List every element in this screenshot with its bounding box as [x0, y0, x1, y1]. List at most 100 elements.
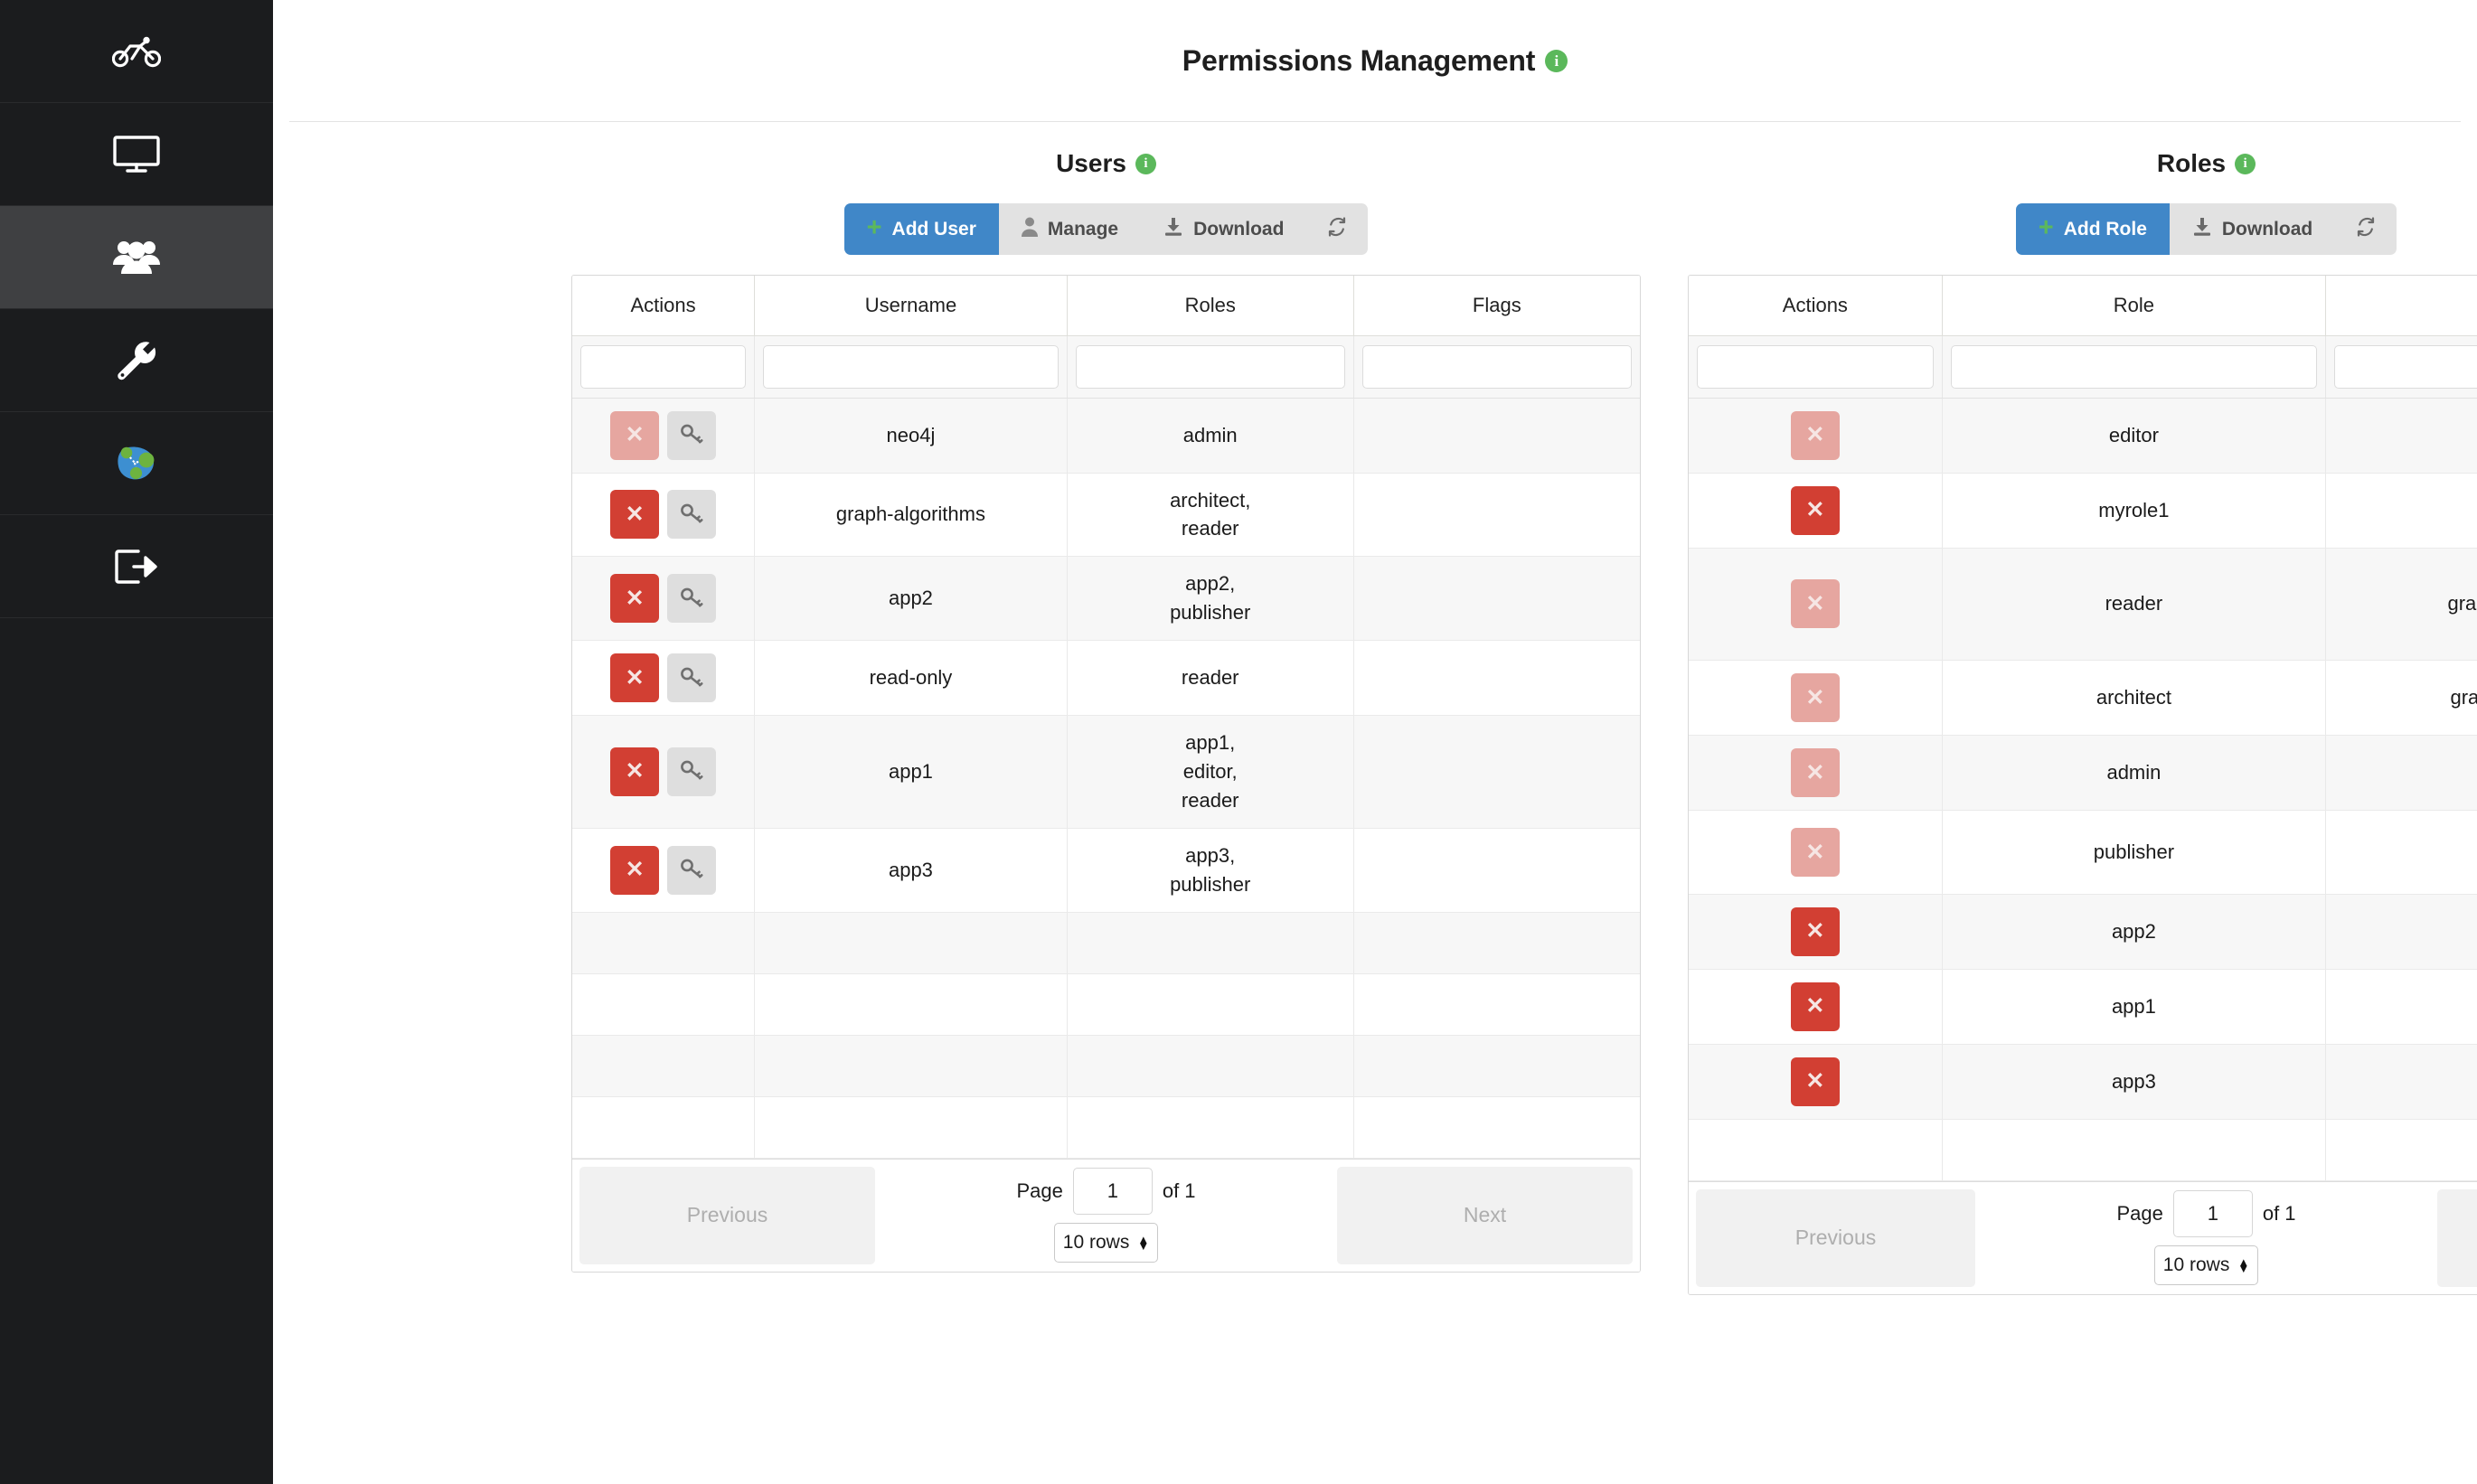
add-user-button[interactable]: + Add User [844, 203, 999, 255]
empty-cell [572, 1035, 755, 1096]
users-previous-button[interactable]: Previous [579, 1167, 875, 1264]
users-filter-flags[interactable] [1362, 345, 1632, 389]
users-cell-roles: admin [1067, 398, 1353, 473]
table-row[interactable]: ✕app3app3 [1689, 1044, 2477, 1119]
table-row[interactable]: ✕adminneo4j [1689, 736, 2477, 811]
roles-cell-actions: ✕ [1689, 398, 1942, 473]
credentials-button[interactable] [667, 490, 716, 539]
sidebar-item-logout[interactable] [0, 515, 273, 618]
roles-filter-actions[interactable] [1697, 345, 1934, 389]
roles-table-header-row: Actions Role Users [1689, 276, 2477, 335]
empty-cell [1067, 912, 1353, 973]
delete-row-button[interactable]: ✕ [610, 574, 659, 623]
credentials-button[interactable] [667, 747, 716, 796]
delete-row-button[interactable]: ✕ [610, 411, 659, 460]
delete-row-button[interactable]: ✕ [1791, 579, 1840, 628]
row-action-group: ✕ [579, 846, 747, 895]
roles-cell-role: architect [1942, 661, 2325, 736]
roles-page-input[interactable] [2173, 1190, 2253, 1237]
delete-row-button[interactable]: ✕ [1791, 907, 1840, 956]
roles-next-button[interactable]: Next [2437, 1189, 2477, 1287]
manage-users-button[interactable]: Manage [999, 203, 1141, 255]
add-role-button[interactable]: + Add Role [2016, 203, 2170, 255]
users-filter-actions[interactable] [580, 345, 746, 389]
refresh-users-button[interactable] [1306, 203, 1368, 255]
sidebar-item-users[interactable] [0, 206, 273, 309]
add-role-label: Add Role [2064, 219, 2147, 240]
person-icon [1022, 217, 1038, 242]
table-row[interactable]: ✕app1app1,editor,reader [572, 716, 1640, 829]
delete-row-button[interactable]: ✕ [1791, 982, 1840, 1031]
table-row[interactable]: ✕read-onlyreader [572, 641, 1640, 716]
users-rows-select[interactable]: 10 rows ▲▼ [1054, 1223, 1158, 1263]
delete-row-button[interactable]: ✕ [610, 846, 659, 895]
delete-row-button[interactable]: ✕ [1791, 748, 1840, 797]
roles-filter-role[interactable] [1951, 345, 2317, 389]
table-row[interactable]: ✕editorapp1 [1689, 398, 2477, 473]
credentials-button[interactable] [667, 653, 716, 702]
roles-page-line: Page of 1 [2116, 1190, 2295, 1237]
close-icon: ✕ [1805, 424, 1824, 446]
sidebar-item-monitor[interactable] [0, 103, 273, 206]
close-icon: ✕ [1805, 687, 1824, 709]
table-row[interactable]: ✕myrole1 [1689, 473, 2477, 548]
table-row[interactable]: ✕neo4jadmin [572, 398, 1640, 473]
delete-row-button[interactable]: ✕ [1791, 411, 1840, 460]
page-info-icon[interactable]: i [1545, 50, 1568, 72]
roles-filter-users[interactable] [2334, 345, 2477, 389]
users-filter-roles[interactable] [1076, 345, 1345, 389]
users-cell-flags [1353, 828, 1640, 912]
users-page-input[interactable] [1073, 1168, 1153, 1215]
roles-cell-actions: ✕ [1689, 1044, 1942, 1119]
roles-cell-actions: ✕ [1689, 548, 1942, 661]
users-panel-header: Users i [571, 136, 1641, 192]
download-roles-button[interactable]: Download [2170, 203, 2335, 255]
users-next-button[interactable]: Next [1337, 1167, 1633, 1264]
roles-col-role: Role [1942, 276, 2325, 335]
key-icon [680, 502, 703, 528]
table-row[interactable]: ✕app2app2,publisher [572, 557, 1640, 641]
sidebar-item-tools[interactable] [0, 309, 273, 412]
table-row[interactable]: ✕app1app1 [1689, 969, 2477, 1044]
users-cell-username: app1 [755, 716, 1068, 829]
sidebar-item-neo4j[interactable] [0, 412, 273, 515]
users-icon [111, 240, 162, 276]
close-icon: ✕ [1805, 762, 1824, 784]
users-cell-flags [1353, 398, 1640, 473]
roles-cell-actions: ✕ [1689, 736, 1942, 811]
empty-cell [755, 1035, 1068, 1096]
table-row[interactable]: ✕readerapp1,graph-algorithms,read-only [1689, 548, 2477, 661]
roles-previous-button[interactable]: Previous [1696, 1189, 1975, 1287]
table-row[interactable]: ✕architectgraph-algorithms [1689, 661, 2477, 736]
roles-info-icon[interactable]: i [2235, 154, 2256, 174]
delete-row-button[interactable]: ✕ [610, 653, 659, 702]
download-users-button[interactable]: Download [1141, 203, 1306, 255]
table-row[interactable]: ✕publisherapp2,app3 [1689, 811, 2477, 895]
roles-rows-select[interactable]: 10 rows ▲▼ [2154, 1245, 2258, 1285]
roles-cell-actions: ✕ [1689, 969, 1942, 1044]
users-cell-roles: app3,publisher [1067, 828, 1353, 912]
empty-cell [572, 912, 755, 973]
empty-cell [1067, 1096, 1353, 1158]
row-action-group: ✕ [1696, 748, 1935, 797]
sidebar-item-bike[interactable] [0, 0, 273, 103]
neo4j-logo-icon [115, 445, 158, 483]
credentials-button[interactable] [667, 846, 716, 895]
table-row[interactable]: ✕graph-algorithmsarchitect,reader [572, 473, 1640, 557]
credentials-button[interactable] [667, 574, 716, 623]
table-row[interactable]: ✕app2app2 [1689, 894, 2477, 969]
delete-row-button[interactable]: ✕ [1791, 828, 1840, 877]
delete-row-button[interactable]: ✕ [1791, 673, 1840, 722]
refresh-roles-button[interactable] [2335, 203, 2397, 255]
users-info-icon[interactable]: i [1135, 154, 1156, 174]
credentials-button[interactable] [667, 411, 716, 460]
delete-row-button[interactable]: ✕ [610, 490, 659, 539]
delete-row-button[interactable]: ✕ [1791, 486, 1840, 535]
table-row[interactable]: ✕app3app3,publisher [572, 828, 1640, 912]
roles-page-label: Page [2116, 1202, 2162, 1226]
delete-row-button[interactable]: ✕ [1791, 1057, 1840, 1106]
users-filter-username[interactable] [763, 345, 1059, 389]
delete-row-button[interactable]: ✕ [610, 747, 659, 796]
empty-cell [1942, 1119, 2325, 1180]
empty-cell [1353, 912, 1640, 973]
